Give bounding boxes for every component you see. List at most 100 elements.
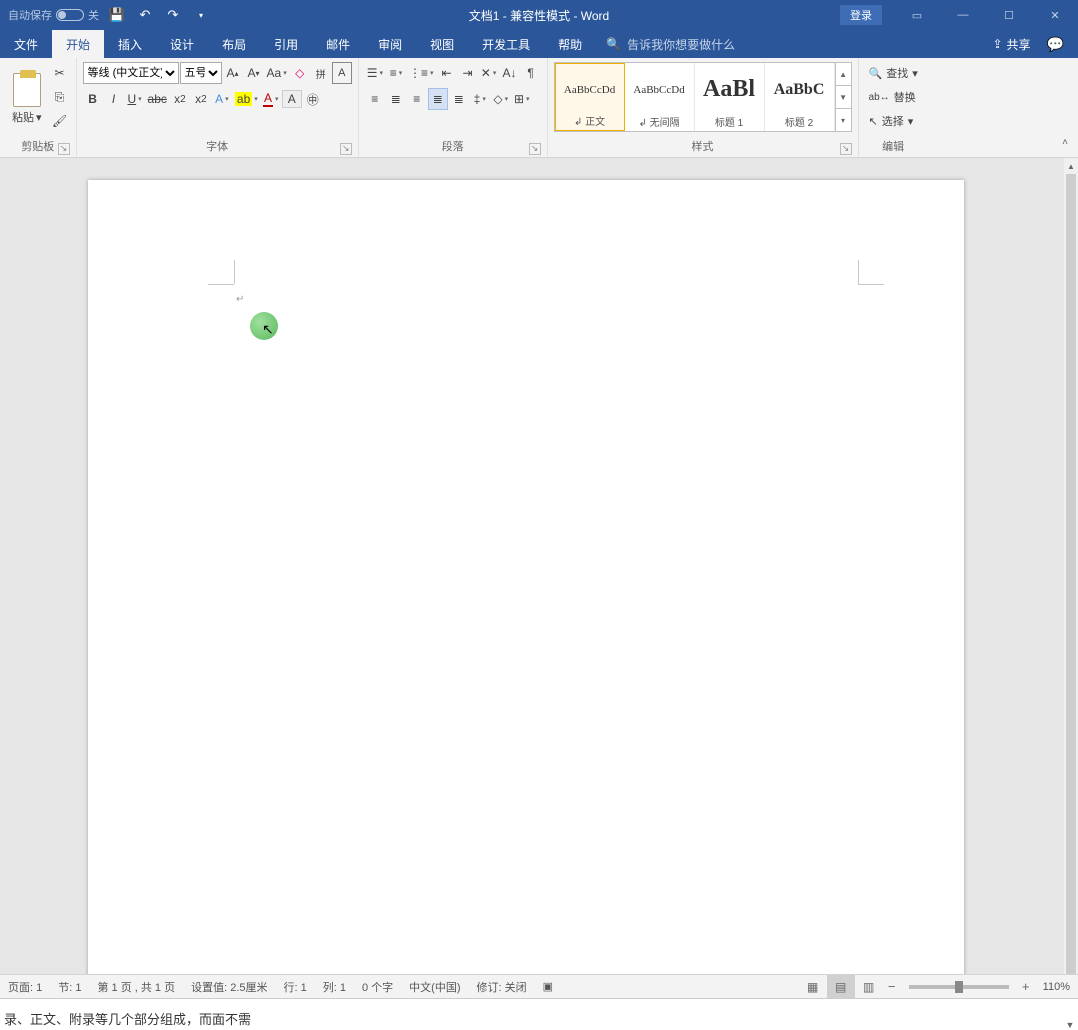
page[interactable]: ↵ ↖	[88, 180, 964, 998]
ribbon-display-button[interactable]: ▭	[894, 0, 940, 30]
multilevel-button[interactable]: ⋮≡▾	[407, 62, 436, 84]
paragraph-launcher[interactable]: ↘	[529, 143, 541, 155]
tell-me-search[interactable]: 🔍 告诉我你想要做什么	[596, 30, 745, 58]
panel-scroll-down-button[interactable]: ▼	[1062, 1020, 1078, 1030]
collapse-ribbon-button[interactable]: ˄	[1056, 137, 1074, 155]
zoom-value[interactable]: 110%	[1035, 981, 1078, 993]
decrease-indent-button[interactable]: ⇤	[437, 62, 457, 84]
change-case-button[interactable]: Aa▾	[265, 62, 289, 84]
view-print-button[interactable]: ▤	[827, 975, 855, 998]
tab-mailings[interactable]: 邮件	[312, 30, 364, 58]
grow-font-button[interactable]: A▴	[223, 62, 243, 84]
bullets-button[interactable]: ☰▾	[365, 62, 385, 84]
tab-insert[interactable]: 插入	[104, 30, 156, 58]
redo-button[interactable]: ↷	[163, 5, 183, 25]
status-col[interactable]: 列: 1	[315, 975, 354, 998]
show-marks-button[interactable]: ¶	[521, 62, 541, 84]
select-button[interactable]: ↖选择▾	[865, 110, 922, 132]
status-page[interactable]: 页面: 1	[0, 975, 50, 998]
font-name-select[interactable]: 等线 (中文正文)	[83, 62, 179, 84]
align-left-button[interactable]: ≡	[365, 88, 385, 110]
distributed-button[interactable]: ≣	[449, 88, 469, 110]
maximize-button[interactable]: ☐	[986, 0, 1032, 30]
status-track[interactable]: 修订: 关闭	[469, 975, 535, 998]
status-words[interactable]: 0 个字	[354, 975, 401, 998]
undo-button[interactable]: ↶	[135, 5, 155, 25]
font-size-select[interactable]: 五号	[180, 62, 222, 84]
align-center-button[interactable]: ≣	[386, 88, 406, 110]
status-section[interactable]: 节: 1	[50, 975, 89, 998]
justify-button[interactable]: ≣	[428, 88, 448, 110]
increase-indent-button[interactable]: ⇥	[458, 62, 478, 84]
phonetic-button[interactable]: 拼	[311, 62, 331, 84]
format-painter-button[interactable]: 🖌	[50, 110, 70, 132]
autosave-toggle[interactable]: 自动保存 关	[8, 7, 99, 23]
gallery-down-button[interactable]: ▼	[836, 86, 851, 109]
view-read-button[interactable]: ▦	[799, 975, 827, 998]
status-macro[interactable]: ▣	[535, 975, 561, 998]
numbering-button[interactable]: ≡▾	[386, 62, 406, 84]
tab-help[interactable]: 帮助	[544, 30, 596, 58]
styles-launcher[interactable]: ↘	[840, 143, 852, 155]
share-button[interactable]: ⇪ 共享	[986, 36, 1036, 53]
enclose-char-button[interactable]: ㊥	[303, 88, 323, 110]
qat-customize-button[interactable]: ▾	[191, 5, 211, 25]
tab-review[interactable]: 审阅	[364, 30, 416, 58]
status-setting[interactable]: 设置值: 2.5厘米	[183, 975, 275, 998]
char-border-button[interactable]: A	[332, 62, 352, 84]
align-right-button[interactable]: ≡	[407, 88, 427, 110]
clipboard-launcher[interactable]: ↘	[58, 143, 70, 155]
copy-button[interactable]: ⎘	[50, 86, 70, 108]
status-lang[interactable]: 中文(中国)	[401, 975, 468, 998]
strikethrough-button[interactable]: abc	[146, 88, 169, 110]
highlight-button[interactable]: ab▾	[233, 88, 260, 110]
comments-button[interactable]: 💬	[1043, 36, 1068, 53]
scroll-up-button[interactable]: ▲	[1064, 158, 1078, 174]
minimize-button[interactable]: —	[940, 0, 986, 30]
font-color-button[interactable]: A▾	[261, 88, 281, 110]
gallery-more-button[interactable]: ▾	[836, 109, 851, 131]
scroll-thumb[interactable]	[1066, 174, 1076, 982]
close-button[interactable]: ✕	[1032, 0, 1078, 30]
text-effects-button[interactable]: A▾	[212, 88, 232, 110]
view-web-button[interactable]: ▥	[855, 975, 883, 998]
status-line[interactable]: 行: 1	[276, 975, 315, 998]
status-pages[interactable]: 第 1 页 , 共 1 页	[89, 975, 183, 998]
font-launcher[interactable]: ↘	[340, 143, 352, 155]
shading-button[interactable]: ◇▾	[491, 88, 511, 110]
tab-file[interactable]: 文件	[0, 30, 52, 58]
tab-layout[interactable]: 布局	[208, 30, 260, 58]
paste-button[interactable]: 粘贴▾	[6, 62, 48, 136]
tab-design[interactable]: 设计	[156, 30, 208, 58]
zoom-out-button[interactable]: −	[883, 979, 901, 994]
document-area[interactable]: ↵ ↖	[0, 158, 1064, 998]
vertical-scrollbar[interactable]: ▲ ▼	[1064, 158, 1078, 998]
login-button[interactable]: 登录	[840, 5, 882, 25]
italic-button[interactable]: I	[104, 88, 124, 110]
subscript-button[interactable]: x2	[170, 88, 190, 110]
gallery-up-button[interactable]: ▲	[836, 63, 851, 86]
char-shading-button[interactable]: A	[282, 90, 302, 108]
tab-view[interactable]: 视图	[416, 30, 468, 58]
save-button[interactable]: 💾	[107, 5, 127, 25]
style-no-spacing[interactable]: AaBbCcDd ↲ 无间隔	[625, 63, 695, 131]
style-normal[interactable]: AaBbCcDd ↲ 正文	[555, 63, 625, 131]
replace-button[interactable]: ab↔替换	[865, 86, 922, 108]
bold-button[interactable]: B	[83, 88, 103, 110]
clear-format-button[interactable]: ◇	[290, 62, 310, 84]
zoom-handle[interactable]	[955, 981, 963, 993]
find-button[interactable]: 🔍查找▾	[865, 62, 922, 84]
sort-button[interactable]: A↓	[500, 62, 520, 84]
underline-button[interactable]: U▾	[125, 88, 145, 110]
zoom-in-button[interactable]: +	[1017, 979, 1035, 994]
zoom-slider[interactable]	[909, 985, 1009, 989]
style-heading1[interactable]: AaBl 标题 1	[695, 63, 765, 131]
tab-home[interactable]: 开始	[52, 30, 104, 58]
style-heading2[interactable]: AaBbC 标题 2	[765, 63, 835, 131]
line-spacing-button[interactable]: ‡▾	[470, 88, 490, 110]
scroll-track[interactable]	[1064, 174, 1078, 982]
tab-developer[interactable]: 开发工具	[468, 30, 544, 58]
asian-layout-button[interactable]: ✕▾	[479, 62, 499, 84]
tab-references[interactable]: 引用	[260, 30, 312, 58]
superscript-button[interactable]: x2	[191, 88, 211, 110]
